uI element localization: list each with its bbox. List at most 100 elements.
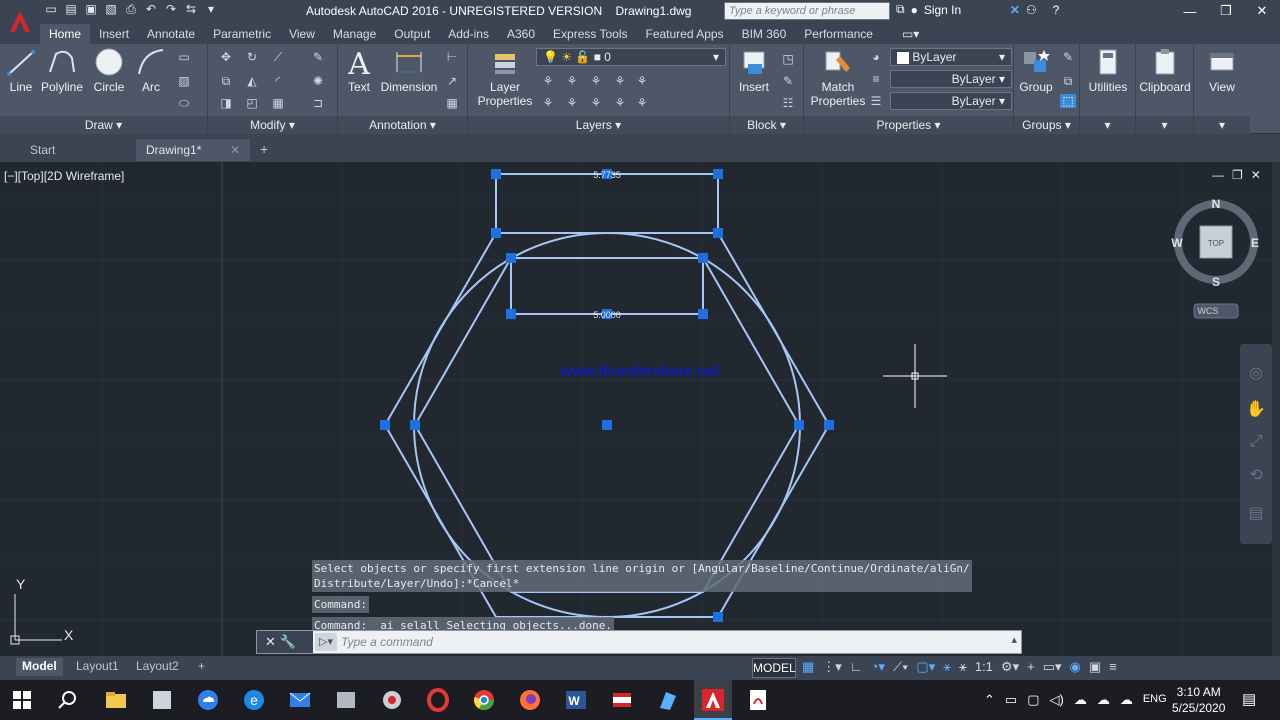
tab-annotate[interactable]: Annotate <box>138 24 204 44</box>
dimension-inner-text[interactable]: 5.0000 <box>593 310 621 320</box>
utilities-dropdown[interactable]: ▾ <box>1080 116 1135 134</box>
clean-screen-icon[interactable]: ▣ <box>1089 659 1101 675</box>
hatch-icon[interactable]: ▨ <box>176 74 192 88</box>
clipboard-dropdown[interactable]: ▾ <box>1136 116 1193 134</box>
inner-dimension-extension[interactable] <box>510 258 704 315</box>
exchange-icon[interactable]: ✕ <box>1010 3 1020 17</box>
annotation-visibility-icon[interactable]: ⚹ <box>943 659 951 675</box>
tab-view[interactable]: View <box>280 24 324 44</box>
tab-manage[interactable]: Manage <box>324 24 385 44</box>
ellipse-icon[interactable]: ⬭ <box>176 96 192 110</box>
tab-start[interactable]: Start <box>20 139 134 161</box>
tab-a360[interactable]: A360 <box>498 24 544 44</box>
close-icon[interactable]: ✕ <box>1244 0 1280 22</box>
polyline-button[interactable]: Polyline <box>40 46 84 94</box>
zoom-extents-icon[interactable]: ⤢ <box>1250 431 1263 450</box>
edit-block-icon[interactable]: ✎ <box>780 74 796 88</box>
edge-icon[interactable]: e <box>242 688 266 712</box>
osnap-icon[interactable]: ▢▾ <box>916 659 935 675</box>
ribbon-minimize-icon[interactable]: ▭▾ <box>902 27 919 44</box>
move-icon[interactable]: ✥ <box>218 50 234 64</box>
customization-icon[interactable]: ≡ <box>1109 659 1117 675</box>
app-icon[interactable] <box>334 688 358 712</box>
group-edit-icon[interactable]: ⧉ <box>1060 74 1076 88</box>
attribute-icon[interactable]: ☷ <box>780 96 796 110</box>
draw-panel-title[interactable]: Draw ▾ <box>0 116 207 134</box>
layer-dropdown[interactable]: 💡 ☀ 🔓 ■ 0 ▾ <box>536 48 726 66</box>
match-properties-button[interactable]: Match Properties <box>810 46 866 108</box>
layer-current-icon[interactable]: ⚘ <box>634 96 650 110</box>
cloud-backup-icon[interactable]: ☁ <box>1120 692 1133 708</box>
sign-in-button[interactable]: Sign In <box>924 3 1004 17</box>
layer-unisolate-icon[interactable]: ⚘ <box>564 96 580 110</box>
tab-add-ins[interactable]: Add-ins <box>439 24 498 44</box>
showmotion-icon[interactable]: ▤ <box>1248 503 1263 522</box>
viewcube[interactable]: TOP N S E W WCS <box>1171 197 1259 319</box>
layer-freeze-icon[interactable]: ⚘ <box>588 74 604 88</box>
battery-icon[interactable]: ▭ <box>1005 692 1017 708</box>
compass-south[interactable]: S <box>1212 275 1220 289</box>
pan-icon[interactable]: ✋ <box>1246 399 1266 418</box>
wcs-menu[interactable]: WCS <box>1198 306 1219 316</box>
layer-on-icon[interactable]: ⚘ <box>540 96 556 110</box>
lineweight-dropdown[interactable]: ByLayer ▾ <box>890 92 1012 110</box>
grid-icon[interactable]: ▦ <box>802 659 814 675</box>
model-space-button[interactable]: MODEL <box>752 658 796 678</box>
new-icon[interactable]: ▭ <box>44 2 58 16</box>
utilities-button[interactable]: Utilities <box>1084 46 1132 94</box>
layer-thaw-icon[interactable]: ⚘ <box>588 96 604 110</box>
redo-icon[interactable]: ↷ <box>164 2 178 16</box>
compass-west[interactable]: W <box>1171 236 1183 250</box>
linetype-icon[interactable]: ≡ <box>868 72 884 86</box>
view-dropdown[interactable]: ▾ <box>1194 116 1250 134</box>
block-panel-title[interactable]: Block ▾ <box>730 116 803 134</box>
groups-panel-title[interactable]: Groups ▾ <box>1014 116 1079 134</box>
restore-icon[interactable]: ❐ <box>1208 0 1244 22</box>
dimension-extension[interactable] <box>495 173 719 233</box>
scale-icon[interactable]: ◰ <box>244 96 260 110</box>
app-icon[interactable] <box>150 688 174 712</box>
linear-icon[interactable]: ⊢ <box>444 50 460 64</box>
leader-icon[interactable]: ↗ <box>444 74 460 88</box>
create-block-icon[interactable]: ◳ <box>780 52 796 66</box>
copy-icon[interactable]: ⧉ <box>218 74 234 88</box>
explode-icon[interactable]: ✺ <box>310 74 326 88</box>
circle-button[interactable]: Circle <box>90 46 128 94</box>
layer-properties-button[interactable]: Layer Properties <box>476 46 534 108</box>
line-button[interactable]: Line <box>4 46 38 94</box>
mail-icon[interactable] <box>288 688 312 712</box>
pdf-icon[interactable] <box>746 688 770 712</box>
tab-drawing1[interactable]: Drawing1* ✕ <box>136 139 250 161</box>
cloud-icon[interactable]: ☁ <box>1074 692 1087 708</box>
save-as-icon[interactable]: ▧ <box>104 2 118 16</box>
new-layout-icon[interactable]: + <box>192 658 211 676</box>
windows-start-icon[interactable] <box>10 688 34 712</box>
ortho-icon[interactable]: ∟ <box>850 659 863 675</box>
trim-icon[interactable]: ⟋ <box>270 50 286 64</box>
save-icon[interactable]: ▣ <box>84 2 98 16</box>
viewcube-top-face[interactable]: TOP <box>1208 239 1224 248</box>
settings-icon[interactable]: ⚙▾ <box>1001 659 1019 675</box>
customize-command-icon[interactable]: 🔧 <box>280 634 296 649</box>
modify-panel-title[interactable]: Modify ▾ <box>208 116 337 134</box>
undo-icon[interactable]: ↶ <box>144 2 158 16</box>
search-input[interactable]: Type a keyword or phrase <box>724 2 890 20</box>
clipboard-button[interactable]: Clipboard <box>1138 46 1192 94</box>
file-explorer-icon[interactable] <box>104 688 128 712</box>
annotation-scale[interactable]: 1:1 <box>975 659 993 675</box>
command-history-toggle-icon[interactable]: ▴ <box>1011 633 1017 646</box>
mirror-icon[interactable]: ◭ <box>244 74 260 88</box>
autocad-taskbar-button[interactable] <box>694 680 732 720</box>
tab-output[interactable]: Output <box>385 24 439 44</box>
color-wheel-icon[interactable]: ◕ <box>868 50 884 64</box>
drawing-area[interactable]: 5.7735 5.0000 www.thundershare.net Y X T… <box>0 162 1272 656</box>
plot-icon[interactable]: ⎙ <box>124 2 138 16</box>
erase-icon[interactable]: ✎ <box>310 50 326 64</box>
new-tab-icon[interactable]: + <box>254 139 280 161</box>
lineweight-icon[interactable]: ☰ <box>868 94 884 108</box>
selected-geometry[interactable] <box>383 173 831 618</box>
viewport-close-icon[interactable]: ✕ <box>1251 168 1261 182</box>
open-icon[interactable]: ▤ <box>64 2 78 16</box>
viewport-restore-icon[interactable]: ❐ <box>1232 168 1243 182</box>
layer-match-icon[interactable]: ⚘ <box>634 74 650 88</box>
